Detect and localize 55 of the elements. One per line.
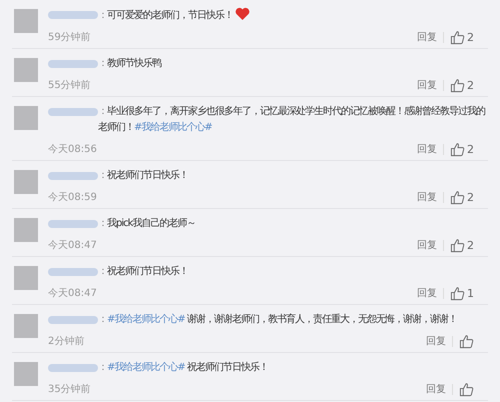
like-count: 2 bbox=[467, 190, 474, 204]
avatar-placeholder bbox=[14, 218, 38, 242]
avatar-placeholder bbox=[14, 58, 38, 82]
reply-link[interactable]: 回复 bbox=[417, 238, 437, 252]
avatar-placeholder bbox=[14, 362, 38, 386]
thumbs-up-icon[interactable] bbox=[459, 334, 474, 348]
comment-text: ：#我给老师比个心# 祝老师们节日快乐！ bbox=[98, 360, 268, 375]
comment-time: 59分钟前 bbox=[48, 30, 91, 44]
comment-text: ：祝老师们节日快乐！ bbox=[98, 264, 188, 279]
comment-time: 今天08:47 bbox=[48, 239, 97, 252]
blurred-username bbox=[48, 220, 98, 228]
comment-time: 今天08:59 bbox=[48, 191, 97, 204]
blurred-username bbox=[48, 316, 98, 324]
thumbs-up-icon[interactable] bbox=[459, 382, 474, 396]
avatar-placeholder bbox=[14, 266, 38, 290]
blurred-username bbox=[48, 108, 98, 116]
like-count: 2 bbox=[467, 78, 474, 92]
thumbs-up-icon[interactable] bbox=[450, 190, 465, 204]
reply-link[interactable]: 回复 bbox=[426, 334, 446, 348]
comment-text: ：教师节快乐鸭 bbox=[98, 56, 161, 71]
reply-link[interactable]: 回复 bbox=[417, 142, 437, 156]
avatar-placeholder bbox=[14, 9, 38, 33]
thumbs-up-icon[interactable] bbox=[450, 286, 465, 300]
comment-time: 2分钟前 bbox=[48, 334, 84, 348]
reply-link[interactable]: 回复 bbox=[417, 190, 437, 204]
comment-time: 35分钟前 bbox=[48, 382, 91, 396]
avatar-placeholder bbox=[14, 170, 38, 194]
thumbs-up-icon[interactable] bbox=[450, 142, 465, 156]
blurred-username bbox=[48, 60, 98, 68]
blurred-username bbox=[48, 268, 98, 276]
like-count: 2 bbox=[467, 238, 474, 252]
comment-text: ：#我给老师比个心# 谢谢，谢谢老师们，教书育人，责任重大，无怨无悔，谢谢，谢谢！ bbox=[98, 312, 457, 327]
avatar-placeholder bbox=[14, 106, 38, 130]
reply-link[interactable]: 回复 bbox=[417, 30, 437, 44]
like-count: 2 bbox=[467, 30, 474, 44]
comment-text: ：毕业很多年了，离开家乡也很多年了，记忆最深处学生时代的记忆被唤醒！感谢曾经教导过我的老师们！#我给老师比个心# bbox=[98, 104, 486, 135]
avatar-placeholder bbox=[14, 314, 38, 338]
comment-text: ：可可爱爱的老师们，节日快乐！ bbox=[98, 7, 250, 24]
thumbs-up-icon[interactable] bbox=[450, 238, 465, 252]
thumbs-up-icon[interactable] bbox=[450, 78, 465, 92]
blurred-username bbox=[48, 172, 98, 180]
comment-text: ：我pick我自己的老师～ bbox=[98, 216, 196, 231]
reply-link[interactable]: 回复 bbox=[426, 382, 446, 396]
like-count: 2 bbox=[467, 142, 474, 156]
blurred-username bbox=[48, 11, 98, 19]
comment-time: 55分钟前 bbox=[48, 78, 91, 92]
reply-link[interactable]: 回复 bbox=[417, 286, 437, 300]
like-count: 1 bbox=[467, 286, 474, 300]
comment-text: ：祝老师们节日快乐！ bbox=[98, 168, 188, 183]
comment-time: 今天08:47 bbox=[48, 287, 97, 300]
blurred-username bbox=[48, 364, 98, 372]
thumbs-up-icon[interactable] bbox=[450, 30, 465, 44]
comment-time: 今天08:56 bbox=[48, 143, 97, 156]
heart-icon bbox=[235, 7, 250, 20]
reply-link[interactable]: 回复 bbox=[417, 78, 437, 92]
